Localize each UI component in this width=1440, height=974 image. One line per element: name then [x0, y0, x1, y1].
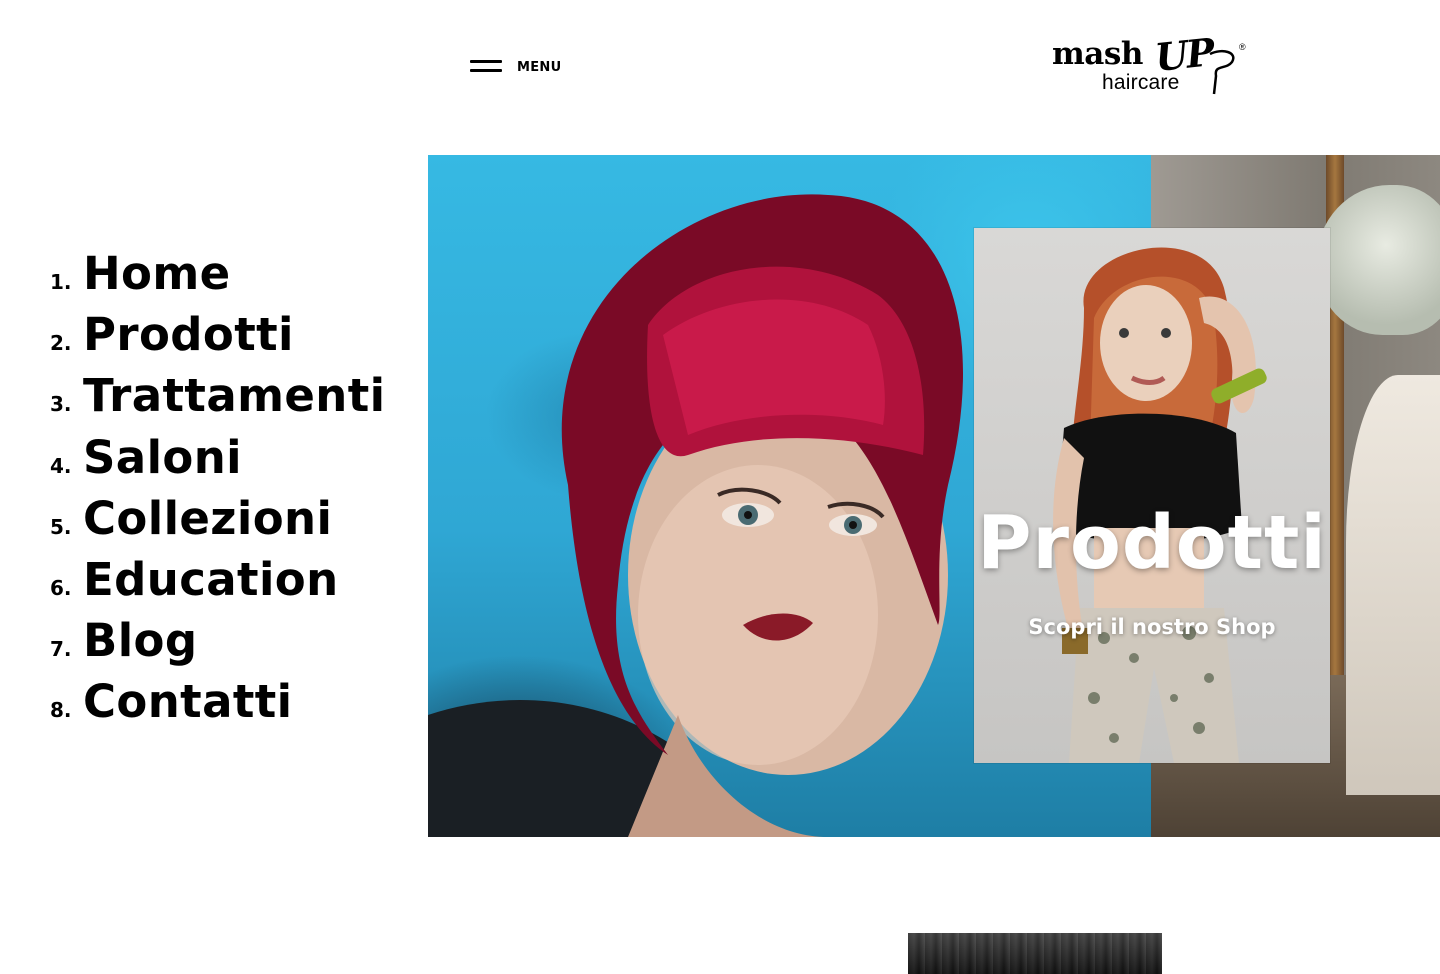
nav-item-label: Blog — [83, 614, 198, 668]
nav-item-prodotti[interactable]: 2. Prodotti — [50, 305, 385, 366]
nav-item-contatti[interactable]: 8. Contatti — [50, 672, 385, 733]
nav-item-number: 1. — [50, 270, 72, 294]
nav-item-saloni[interactable]: 4. Saloni — [50, 428, 385, 489]
nav-item-number: 7. — [50, 637, 72, 662]
nav-item-label: Home — [83, 247, 231, 300]
promo-card-photo — [1053, 247, 1267, 763]
nav-item-blog[interactable]: 7. Blog — [50, 611, 385, 672]
menu-button[interactable]: MENU — [470, 52, 561, 82]
nav-item-home[interactable]: 1. Home — [50, 244, 385, 305]
hamburger-icon — [470, 60, 502, 74]
nav-item-education[interactable]: 6. Education — [50, 550, 385, 611]
logo-word-haircare: haircare — [1102, 71, 1180, 94]
brand-logo[interactable]: mash UP ® haircare — [1052, 29, 1252, 98]
menu-label: MENU — [517, 59, 562, 75]
nav-item-label: Prodotti — [83, 308, 294, 362]
nav-item-number: 4. — [50, 453, 72, 478]
nav-item-trattamenti[interactable]: 3. Trattamenti — [50, 366, 385, 427]
logo-word-mash: mash — [1052, 36, 1143, 72]
main-nav: 1. Home 2. Prodotti 3. Trattamenti 4. Sa… — [50, 244, 385, 734]
promo-card-prodotti[interactable]: Prodotti Scopri il nostro Shop — [974, 228, 1330, 763]
nav-item-label: Education — [83, 552, 339, 606]
promo-card-title: Prodotti — [977, 500, 1327, 586]
nav-item-label: Saloni — [83, 430, 242, 484]
promo-card-link[interactable]: Scopri il nostro Shop — [974, 615, 1330, 639]
hero-slider: Prodotti Scopri il nostro Shop — [428, 155, 1440, 837]
nav-item-collezioni[interactable]: 5. Collezioni — [50, 489, 385, 550]
nav-item-number: 5. — [50, 514, 72, 539]
nav-item-number: 8. — [50, 698, 72, 723]
nav-item-number: 6. — [50, 575, 72, 600]
nav-item-number: 3. — [50, 392, 72, 417]
logo-swoosh-icon — [1209, 50, 1235, 95]
nav-item-label: Collezioni — [83, 491, 333, 545]
nav-item-label: Trattamenti — [83, 369, 386, 423]
nav-item-number: 2. — [50, 331, 72, 356]
nav-item-label: Contatti — [83, 675, 293, 729]
next-section-thumbnail[interactable] — [908, 933, 1162, 974]
